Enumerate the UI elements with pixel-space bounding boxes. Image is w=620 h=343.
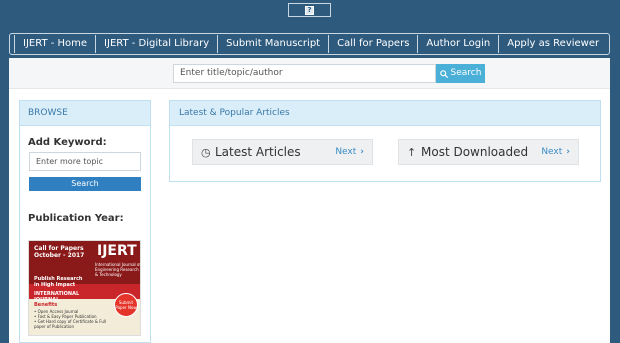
panel-header: Latest & Popular Articles: [170, 101, 600, 126]
ad-benefits-heading: Benefits: [34, 302, 58, 308]
main-nav: IJERT - Home IJERT - Digital Library Sub…: [9, 33, 610, 55]
nav-submit-manuscript[interactable]: Submit Manuscript: [217, 35, 328, 53]
clock-icon: ◷: [201, 145, 211, 159]
nav-author-login[interactable]: Author Login: [417, 35, 498, 53]
next-label: Next: [335, 147, 357, 157]
publication-year-label: Publication Year:: [28, 213, 124, 224]
chevron-right-icon: ›: [360, 147, 364, 157]
ad-submit-badge: Submit Paper Now: [114, 293, 138, 317]
nav-apply-reviewer[interactable]: Apply as Reviewer: [498, 35, 607, 53]
chevron-right-icon: ›: [566, 147, 570, 157]
ad-logo: IJERT: [97, 243, 137, 259]
search-icon: [439, 69, 448, 78]
ad-subtitle: International Journal of Engineering Res…: [95, 262, 141, 277]
keyword-search-button[interactable]: Search: [29, 177, 141, 191]
nav-home[interactable]: IJERT - Home: [14, 35, 95, 53]
ad-call-text: Call for Papers October - 2017: [34, 245, 85, 259]
latest-articles-tile[interactable]: ◷ Latest Articles Next ›: [192, 139, 373, 165]
browse-sidebar: BROWSE Add Keyword: Enter more topic Sea…: [19, 100, 151, 343]
content-area: Enter title/topic/author Search BROWSE A…: [9, 58, 610, 343]
latest-popular-panel: Latest & Popular Articles ◷ Latest Artic…: [169, 100, 601, 182]
keyword-input[interactable]: Enter more topic: [29, 152, 141, 171]
latest-articles-label: Latest Articles: [215, 145, 301, 159]
ad-benefits-list: • Open Access Journal • Fast & Easy Pape…: [34, 309, 107, 329]
help-button[interactable]: ?: [288, 3, 331, 17]
search-button[interactable]: Search: [436, 64, 485, 83]
next-label: Next: [541, 147, 563, 157]
downloaded-next-link[interactable]: Next ›: [541, 140, 570, 164]
latest-next-link[interactable]: Next ›: [335, 140, 364, 164]
nav-call-for-papers[interactable]: Call for Papers: [328, 35, 417, 53]
download-icon: ↑: [407, 145, 417, 159]
keyword-label: Add Keyword:: [28, 137, 107, 148]
most-downloaded-label: Most Downloaded: [421, 145, 529, 159]
help-icon: ?: [305, 5, 314, 15]
call-for-papers-ad[interactable]: Call for Papers October - 2017 IJERT Int…: [28, 240, 141, 336]
search-button-label: Search: [450, 68, 482, 78]
search-bar: Enter title/topic/author Search: [9, 58, 610, 89]
search-input[interactable]: Enter title/topic/author: [173, 64, 436, 83]
browse-header: BROWSE: [20, 101, 150, 126]
nav-digital-library[interactable]: IJERT - Digital Library: [95, 35, 217, 53]
ad-publish-text: Publish Research in High Impact: [34, 276, 83, 288]
most-downloaded-tile[interactable]: ↑ Most Downloaded Next ›: [398, 139, 579, 165]
